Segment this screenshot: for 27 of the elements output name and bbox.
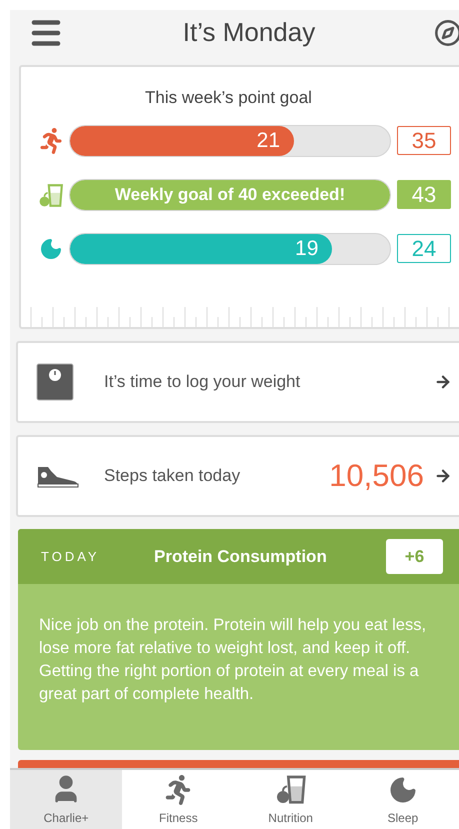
tip-title: Protein Consumption bbox=[154, 546, 328, 568]
goal-target: 43 bbox=[397, 180, 451, 209]
scale-icon bbox=[36, 363, 74, 401]
runner-icon bbox=[38, 128, 64, 154]
moon-icon bbox=[388, 775, 418, 805]
nav-tab[interactable]: Charlie+ bbox=[10, 770, 122, 829]
steps-card[interactable]: Steps taken today 10,506 bbox=[16, 435, 459, 517]
compass-icon[interactable] bbox=[434, 18, 459, 46]
arrow-right-icon bbox=[434, 373, 452, 391]
goal-target: 24 bbox=[397, 234, 451, 263]
goal-points: 19 bbox=[295, 236, 320, 262]
moon-icon bbox=[39, 236, 63, 260]
weight-card[interactable]: It’s time to log your weight bbox=[16, 341, 459, 423]
goal-points: Weekly goal of 40 exceeded! bbox=[114, 184, 346, 206]
weight-prompt: It’s time to log your weight bbox=[104, 371, 302, 394]
goal-points: 21 bbox=[256, 128, 281, 154]
tip-label: TODAY bbox=[41, 548, 101, 566]
points-badge: +6 bbox=[386, 539, 443, 574]
card-title: This week’s point goal bbox=[145, 87, 312, 109]
glass-apple-icon bbox=[38, 182, 64, 208]
goal-target: 35 bbox=[397, 126, 451, 155]
glass-apple-icon bbox=[274, 773, 307, 805]
steps-count: 10,506 bbox=[329, 456, 424, 495]
arrow-right-icon bbox=[434, 467, 452, 485]
tip-text: Nice job on the protein. Protein will help you eat less, lose more fat relative to weight lost, and keep it off. Getting the right portion of protein at every meal is a great part of complete health. bbox=[38, 615, 428, 705]
steps-label: Steps taken today bbox=[104, 465, 242, 488]
page-title: It’s Monday bbox=[182, 16, 316, 49]
